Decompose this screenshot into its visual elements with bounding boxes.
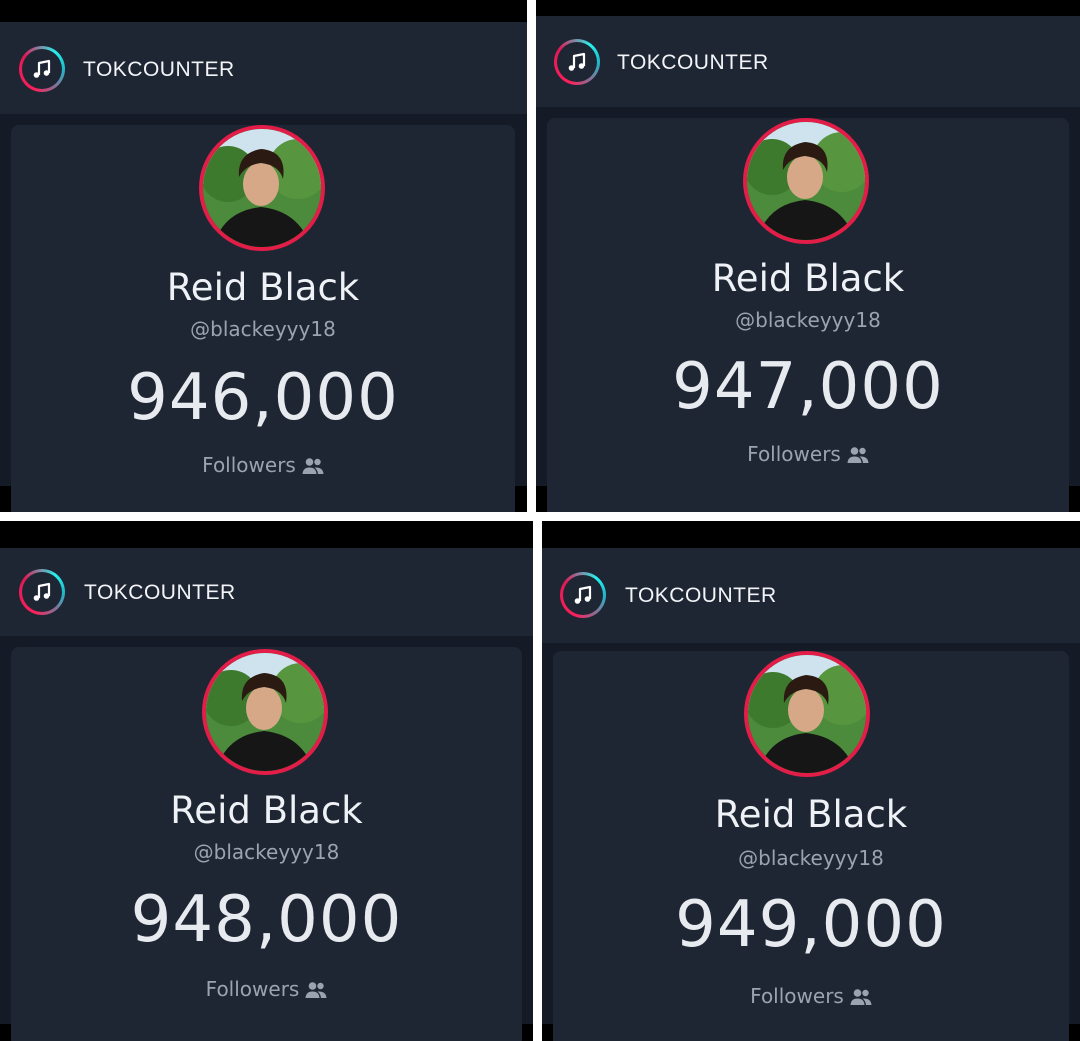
follower-count: 949,000 — [675, 888, 947, 962]
app-header: TOKCOUNTER — [542, 548, 1080, 643]
profile-avatar — [199, 125, 325, 251]
profile-card: Reid Black @blackeyyy18 947,000 Follower… — [547, 118, 1069, 512]
follower-count: 948,000 — [130, 883, 403, 957]
followers-label-row: Followers — [11, 453, 515, 477]
followers-label-row: Followers — [553, 984, 1069, 1008]
followers-label: Followers — [202, 453, 296, 477]
tokcounter-logo[interactable] — [19, 46, 65, 92]
profile-card: Reid Black @blackeyyy18 949,000 Follower… — [553, 651, 1069, 1041]
users-icon — [847, 447, 869, 463]
music-note-icon — [568, 52, 586, 71]
username-handle: @blackeyyy18 — [190, 317, 336, 341]
display-name: Reid Black — [711, 257, 905, 300]
users-icon — [302, 458, 324, 474]
tokcounter-logo[interactable] — [560, 572, 606, 618]
display-name: Reid Black — [170, 789, 363, 832]
app-header: TOKCOUNTER — [0, 548, 533, 636]
follower-count: 947,000 — [672, 350, 944, 424]
followers-label: Followers — [750, 984, 844, 1008]
brand-name[interactable]: TOKCOUNTER — [83, 58, 235, 82]
followers-label: Followers — [747, 442, 841, 466]
music-note-icon — [574, 585, 592, 604]
app-body: Reid Black @blackeyyy18 949,000 Follower… — [542, 643, 1080, 1041]
username-handle: @blackeyyy18 — [738, 846, 884, 870]
profile-card: Reid Black @blackeyyy18 948,000 Follower… — [11, 647, 522, 1041]
app-header: TOKCOUNTER — [0, 22, 527, 114]
profile-avatar — [743, 118, 869, 244]
brand-name[interactable]: TOKCOUNTER — [84, 581, 236, 605]
profile-avatar — [744, 651, 870, 777]
brand-name[interactable]: TOKCOUNTER — [617, 51, 769, 75]
users-icon — [305, 982, 327, 998]
music-note-icon — [33, 582, 51, 601]
screenshot-panel-1: TOKCOUNTER Reid Black @blackeyyy18 946,0… — [0, 0, 527, 512]
users-icon — [850, 989, 872, 1005]
followers-label-row: Followers — [547, 442, 1069, 466]
screenshot-panel-4: TOKCOUNTER Reid Black @blackeyyy18 949,0… — [542, 521, 1080, 1041]
screenshot-panel-2: TOKCOUNTER Reid Black @blackeyyy18 947,0… — [536, 0, 1080, 512]
screenshot-panel-3: TOKCOUNTER Reid Black @blackeyyy18 948,0… — [0, 521, 533, 1041]
display-name: Reid Black — [166, 266, 360, 309]
brand-name[interactable]: TOKCOUNTER — [625, 584, 777, 608]
display-name: Reid Black — [714, 793, 908, 836]
username-handle: @blackeyyy18 — [735, 308, 881, 332]
follower-count: 946,000 — [127, 361, 399, 435]
tokcounter-logo[interactable] — [554, 39, 600, 85]
music-note-icon — [33, 59, 51, 78]
followers-label: Followers — [205, 977, 300, 1001]
app-body: Reid Black @blackeyyy18 947,000 Follower… — [536, 107, 1080, 512]
tokcounter-logo[interactable] — [19, 569, 65, 615]
profile-avatar — [202, 649, 328, 775]
followers-label-row: Followers — [11, 977, 522, 1001]
app-body: Reid Black @blackeyyy18 948,000 Follower… — [0, 636, 533, 1041]
profile-card: Reid Black @blackeyyy18 946,000 Follower… — [11, 125, 515, 512]
username-handle: @blackeyyy18 — [193, 840, 340, 864]
app-header: TOKCOUNTER — [536, 16, 1080, 107]
app-body: Reid Black @blackeyyy18 946,000 Follower… — [0, 114, 527, 512]
